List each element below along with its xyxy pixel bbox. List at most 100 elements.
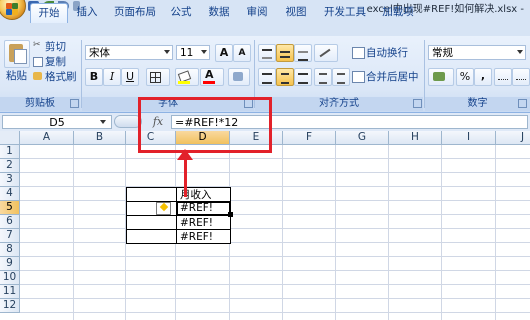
tab-page-layout[interactable]: 页面布局 [110,3,160,22]
align-bottom-button[interactable] [294,44,312,62]
cell-d5[interactable]: #REF! [176,201,231,216]
cell-c7[interactable] [126,229,177,244]
font-name-select[interactable]: 宋体 [85,45,173,60]
format-painter-button[interactable]: 格式刷 [45,69,77,84]
row-header-8[interactable]: 8 [0,243,20,257]
align-middle-icon [280,51,290,58]
tab-formulas[interactable]: 公式 [166,3,196,22]
comma-button[interactable]: , [474,68,492,86]
fill-color-button[interactable] [175,68,199,86]
alignment-launcher-icon[interactable] [413,99,422,108]
fill-handle[interactable] [228,212,233,217]
decrease-decimal-button[interactable] [512,68,530,86]
error-warning-icon[interactable] [156,202,171,215]
font-size-value: 11 [180,47,194,59]
clipboard-launcher-icon[interactable] [70,99,79,108]
scissors-icon: ✂ [33,40,41,50]
tab-review[interactable]: 审阅 [242,3,272,22]
accounting-format-button[interactable] [428,68,454,86]
number-group-label: 数字 [425,97,530,111]
row-header-3[interactable]: 3 [0,173,20,187]
office-logo-icon [6,3,12,9]
align-middle-button[interactable] [276,44,294,62]
column-header-b[interactable]: B [74,131,126,145]
cell-d6[interactable]: #REF! [176,215,231,230]
paste-button[interactable]: 粘贴 [6,68,27,83]
column-header-g[interactable]: G [336,131,389,145]
underline-button[interactable]: U [121,68,139,86]
phonetic-icon [233,72,243,81]
percent-button[interactable]: % [456,68,474,86]
row-header-6[interactable]: 6 [0,215,20,229]
name-box[interactable]: D5 [2,115,112,129]
align-center-button[interactable] [276,68,294,86]
align-right-button[interactable] [294,68,312,86]
align-bottom-icon [298,51,308,61]
wrap-text-button[interactable]: 自动换行 [366,45,408,60]
borders-button[interactable] [146,68,170,86]
tab-data[interactable]: 数据 [204,3,234,22]
row-header-2[interactable]: 2 [0,159,20,173]
cell-c6[interactable] [126,215,177,230]
decrease-indent-button[interactable] [314,68,332,86]
row-header-1[interactable]: 1 [0,145,20,159]
row-header-9[interactable]: 9 [0,257,20,271]
number-launcher-icon[interactable] [518,99,527,108]
clipboard-group-label: 剪贴板 [0,97,80,111]
column-header-h[interactable]: H [389,131,442,145]
align-right-icon [298,73,308,84]
merge-center-button[interactable]: 合并后居中 [366,69,419,84]
font-color-swatch [203,81,215,84]
copy-button[interactable]: 复制 [45,54,66,69]
fill-color-swatch [178,81,190,84]
orientation-icon [319,48,331,58]
tab-developer[interactable]: 开发工具 [320,3,370,22]
font-name-value: 宋体 [89,47,110,59]
cut-button[interactable]: 剪切 [45,39,66,54]
row-header-12[interactable]: 12 [0,299,20,313]
tab-view[interactable]: 视图 [281,3,311,22]
column-header-a[interactable]: A [20,131,74,145]
align-top-button[interactable] [258,44,276,62]
font-color-letter: A [205,68,214,81]
row-header-11[interactable]: 11 [0,285,20,299]
tab-home[interactable]: 开始 [30,3,68,23]
shrink-font-button[interactable]: A [233,44,251,62]
tab-insert[interactable]: 插入 [72,3,102,22]
bold-button[interactable]: B [85,68,103,86]
phonetic-button[interactable] [228,68,250,86]
number-format-value: 常规 [432,47,453,59]
row-header-5[interactable]: 5 [0,201,20,215]
font-color-button[interactable]: A [200,68,224,86]
align-center-icon [281,73,289,84]
column-header-j[interactable]: J [496,131,530,145]
cell-c4[interactable] [126,187,177,202]
wrap-text-icon [352,47,365,59]
decimal-icon [516,74,526,80]
grow-font-button[interactable]: A [215,44,233,62]
orientation-button[interactable] [314,44,338,62]
chevron-down-icon [517,50,523,54]
align-left-button[interactable] [258,68,276,86]
increase-indent-button[interactable] [332,68,350,86]
increase-decimal-button[interactable] [494,68,512,86]
paste-icon[interactable] [4,40,30,68]
font-size-select[interactable]: 11 [176,45,210,60]
annotation-arrow-head-icon [177,149,193,160]
format-painter-icon [33,72,42,80]
row-header-10[interactable]: 10 [0,271,20,285]
decimal-icon [498,74,508,80]
tab-addins[interactable]: 加载项 [378,3,418,22]
column-header-i[interactable]: I [442,131,496,145]
number-format-select[interactable]: 常规 [428,45,526,60]
row-header-4[interactable]: 4 [0,187,20,201]
select-all-corner[interactable] [0,131,20,145]
column-header-f[interactable]: F [283,131,336,145]
italic-button[interactable]: I [103,68,121,86]
chevron-down-icon[interactable] [100,120,106,124]
cell-grid[interactable] [20,145,530,320]
align-top-icon [262,49,272,59]
row-header-7[interactable]: 7 [0,229,20,243]
align-left-icon [262,73,272,84]
cell-d7[interactable]: #REF! [176,229,231,244]
